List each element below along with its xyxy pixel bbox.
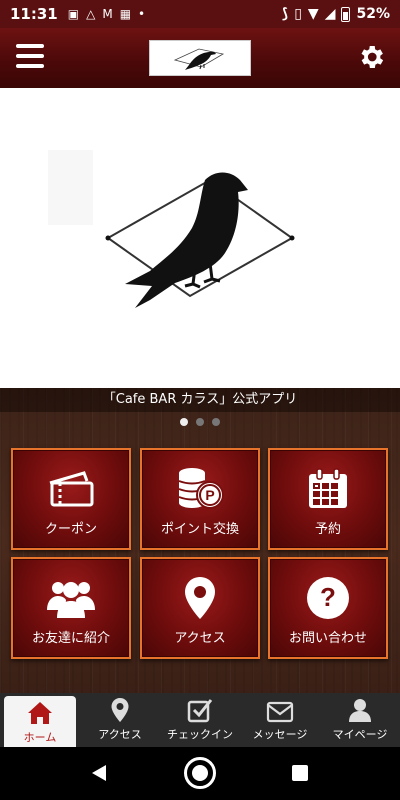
coupon-label: クーポン (44, 522, 97, 537)
coupon-button[interactable]: クーポン (11, 448, 131, 550)
point-exchange-label: ポイント交換 (160, 522, 239, 537)
more-notifications-icon: • (138, 7, 146, 21)
home-nav-icon[interactable] (184, 757, 216, 789)
svg-text:P: P (205, 487, 214, 503)
gear-icon[interactable] (356, 42, 386, 72)
notification-icons: ▣ △ M ▦ • (68, 7, 145, 21)
drive-notification-icon: △ (86, 7, 96, 21)
banner-caption: 「Cafe BAR カラス」公式アプリ (0, 388, 400, 412)
image-notification-icon: ▣ (67, 7, 80, 21)
header-logo (149, 40, 251, 76)
crow-logo-icon (173, 48, 225, 70)
home-icon (4, 696, 76, 726)
store-notification-icon: ▦ (119, 7, 132, 21)
signal-icon: ◢ (324, 6, 336, 22)
battery-percent: 52% (356, 6, 390, 22)
refer-friend-button[interactable]: お友達に紹介 (11, 557, 131, 659)
tab-home[interactable]: ホーム (4, 696, 76, 747)
users-icon (13, 573, 129, 623)
ticket-icon (13, 464, 129, 514)
tab-mypage[interactable]: マイページ (320, 693, 400, 747)
nfc-icon: ⟆ (281, 6, 289, 22)
contact-button[interactable]: ? お問い合わせ (268, 557, 388, 659)
status-time: 11:31 (10, 5, 58, 23)
status-right: ⟆ ▯ ▼ ◢ 52% (282, 6, 390, 22)
map-pin-icon (80, 693, 160, 723)
contact-label: お問い合わせ (288, 631, 367, 646)
carousel-dot[interactable] (180, 418, 188, 426)
svg-text:?: ? (320, 582, 336, 612)
tab-access[interactable]: アクセス (80, 693, 160, 747)
gmail-notification-icon: M (102, 7, 113, 21)
system-nav-bar (0, 747, 400, 800)
status-bar: 11:31 ▣ △ M ▦ • ⟆ ▯ ▼ ◢ 52% (0, 0, 400, 28)
carousel-dot[interactable] (196, 418, 204, 426)
wifi-icon: ▼ (307, 6, 319, 22)
back-icon[interactable] (90, 763, 108, 787)
crow-logo-large (48, 150, 295, 308)
reservation-button[interactable]: 予約 (268, 448, 388, 550)
tab-checkin-label: チェックイン (167, 728, 233, 741)
refer-friend-label: お友達に紹介 (31, 631, 110, 646)
app-header (0, 28, 400, 88)
coins-points-icon: P (142, 464, 258, 514)
reservation-label: 予約 (314, 522, 341, 537)
tab-message[interactable]: メッセージ (240, 693, 320, 747)
tab-access-label: アクセス (98, 728, 142, 741)
hamburger-menu-icon[interactable] (16, 44, 46, 72)
tab-home-label: ホーム (23, 731, 57, 744)
user-icon (320, 693, 400, 723)
access-button[interactable]: アクセス (140, 557, 260, 659)
calendar-icon (270, 464, 386, 514)
tab-mypage-label: マイページ (332, 728, 388, 741)
battery-icon (341, 6, 351, 22)
carousel-dot[interactable] (212, 418, 220, 426)
hero-banner-image[interactable] (0, 88, 400, 388)
bottom-tab-bar: ホーム アクセス チェックイン メッセージ マイページ (0, 693, 400, 747)
envelope-icon (240, 693, 320, 723)
vibrate-icon: ▯ (294, 6, 302, 22)
checkbox-icon (160, 693, 240, 723)
question-circle-icon: ? (270, 573, 386, 623)
access-label: アクセス (174, 631, 226, 646)
recent-apps-icon[interactable] (292, 765, 308, 781)
tab-checkin[interactable]: チェックイン (160, 693, 240, 747)
point-exchange-button[interactable]: P ポイント交換 (140, 448, 260, 550)
tab-message-label: メッセージ (252, 728, 308, 741)
map-pin-icon (142, 573, 258, 623)
carousel-dots (0, 418, 400, 426)
